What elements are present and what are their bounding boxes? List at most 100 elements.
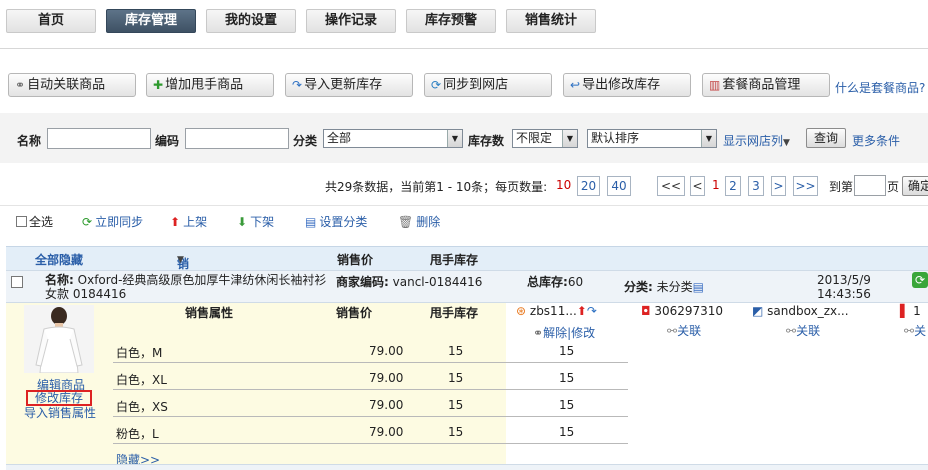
product-total-stock: 总库存:60 [527,273,583,290]
category-select[interactable]: 全部 ▼ [323,129,463,148]
shelve-button[interactable]: ⬆ 上架 [170,213,207,230]
variant-attr: 白色，XL [116,373,167,387]
page-3[interactable]: 3 [748,176,764,196]
checkbox[interactable] [16,216,27,227]
sync-now-button[interactable]: ⟳ 立即同步 [82,213,143,230]
tab-inventory-management[interactable]: 库存管理 [106,9,196,33]
first-page-button[interactable]: << [657,176,685,196]
more-conditions-link[interactable]: 更多条件 [852,132,900,149]
variant-price: 79.00 [369,344,404,358]
sort-value: 默认排序 [591,131,640,145]
last-page-button[interactable]: >> [793,176,818,196]
pager-summary: 共29条数据，当前第1 - 10条；每页数量: [325,180,548,194]
shop-column: ◘ 306297310 [641,304,723,318]
variant-price-header: 销售价 [336,306,373,320]
product-image [24,305,94,374]
nav-divider [0,48,928,49]
cat-field-label: 分类: [624,280,653,294]
next-page-button[interactable]: > [771,176,786,196]
goto-confirm-button[interactable]: 确定 [902,176,928,196]
variant-shop-stock: 15 [559,398,575,412]
variant-stock: 15 [448,425,464,439]
variant-price: 79.00 [369,398,404,412]
select-all[interactable]: 全选 [16,213,53,230]
bundle-management-button[interactable]: ▥ 套餐商品管理 [702,73,830,97]
shop-name: zbs11... [529,304,577,318]
import-update-stock-button[interactable]: ↷ 导入更新库存 [285,73,413,97]
import-sale-attr-link[interactable]: 导入销售属性 [24,404,96,421]
page-1: 1 [712,178,720,192]
name-field-label: 名称: [45,273,74,287]
code-value: vancl-0184416 [392,275,483,289]
variant-attr: 白色，M [116,346,163,360]
name-input[interactable] [47,128,151,149]
page-suffix: 页 [887,180,900,194]
unshelve-button[interactable]: ⬇ 下架 [237,213,274,230]
code-label: 编码 [155,134,180,148]
tab-sales-stats[interactable]: 销售统计 [506,9,596,33]
query-button[interactable]: 查询 [806,128,846,148]
shelve-label: 上架 [183,215,208,229]
variant-price: 79.00 [369,425,404,439]
prev-page-button[interactable]: < [690,176,705,196]
variant-attr: 白色，XS [116,400,168,414]
export-modify-stock-button[interactable]: ↩ 导出修改库存 [563,73,691,97]
category-icon: ▤ [305,215,317,229]
sort-select[interactable]: 默认排序 ▼ [587,129,717,148]
shop-name: sandbox_zx... [767,304,849,318]
link-shop-link[interactable]: ⚯关 [904,322,926,339]
export-arrow-icon: ↩ [570,78,581,92]
bundle-help-link[interactable]: 什么是套餐商品? [835,79,925,96]
page-size-40[interactable]: 40 [607,176,631,196]
button-label: 导出修改库存 [582,77,661,93]
unshelve-label: 下架 [250,215,275,229]
tab-my-settings[interactable]: 我的设置 [206,9,296,33]
show-shop-columns-toggle[interactable]: 显示网店列▼ [723,132,790,149]
unlink-modify-link[interactable]: ⚭解除|修改 [533,324,595,341]
shop-column: ◩ sandbox_zx... [752,304,849,318]
add-product-button[interactable]: ✚ 增加甩手商品 [146,73,274,97]
code-field-label: 商家编码: [336,275,389,289]
tab-stock-alert[interactable]: 库存预警 [406,9,496,33]
shop-name: 306297310 [654,304,724,318]
shop-actions: 关 [914,324,927,338]
page-2[interactable]: 2 [725,176,741,196]
up-arrow-icon: ⬆ [576,304,587,318]
hide-all-link[interactable]: 全部隐藏 [35,251,83,268]
sync-icon[interactable]: ⟳ [912,272,928,288]
link-shop-link[interactable]: ⚯关联 [786,322,820,339]
show-shops-label: 显示网店列 [723,134,784,148]
auto-link-products-button[interactable]: ⚭ 自动关联商品 [8,73,136,97]
product-checkbox[interactable] [11,276,23,288]
goto-page-input[interactable] [854,175,886,196]
name-value: Oxford-经典高级原色加厚牛津纺休闲长袖衬衫女款 0184416 [45,273,327,301]
tab-home[interactable]: 首页 [6,9,96,33]
row-divider [113,416,628,417]
set-category-button[interactable]: ▤ 设置分类 [305,213,367,230]
product-category: 分类: 未分类▤ [624,278,704,295]
row-divider [113,362,628,363]
bundle-icon: ▥ [709,78,721,92]
link-shop-link[interactable]: ⚯关联 [667,322,701,339]
variant-attr-header: 销售属性 [185,306,234,320]
chevron-down-icon: ▼ [562,130,577,147]
price-header: 销售价 [337,253,374,267]
sync-to-shop-button[interactable]: ⟳ 同步到网店 [424,73,552,97]
variant-attr: 粉色，L [116,427,159,441]
variant-stock: 15 [448,371,464,385]
tab-operation-log[interactable]: 操作记录 [306,9,396,33]
page-size-20[interactable]: 20 [577,176,600,196]
code-input[interactable] [185,128,289,149]
button-label: 套餐商品管理 [722,77,801,93]
delete-button[interactable]: 🗑 删除 [398,213,440,230]
link-icon: ⚭ [533,326,544,340]
stock-header: 甩手库存 [430,253,479,267]
stock-select[interactable]: 不限定 ▼ [512,129,578,148]
trash-icon: 🗑 [398,215,414,229]
button-label: 增加甩手商品 [165,77,244,93]
shirt-model-image [35,307,83,374]
variant-stock: 15 [448,398,464,412]
up-arrow-icon: ⬆ [170,215,181,229]
chevron-down-icon: ▼ [447,130,462,147]
total-field-label: 总库存: [527,275,568,289]
